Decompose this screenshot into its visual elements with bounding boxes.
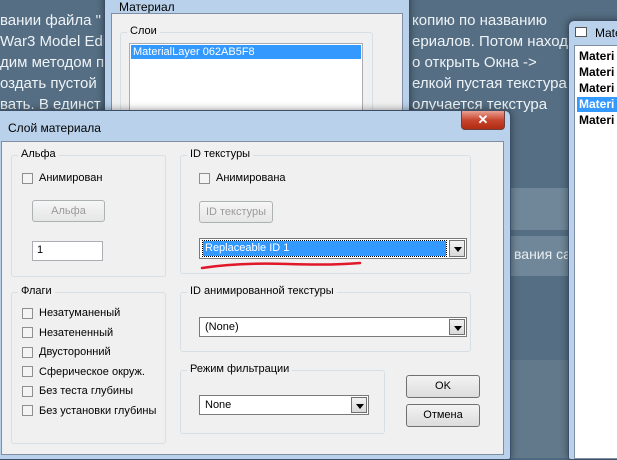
checkbox-label: Без установки глубины [39, 404, 157, 417]
flag-checkbox[interactable]: Незатуманеный [22, 307, 120, 323]
group-label: ID анимированной текстуры [187, 285, 337, 297]
list-item[interactable]: MaterialLayer 062AB5F8 [131, 45, 361, 59]
checkbox-label: Незатененный [39, 326, 114, 339]
texture-animated-checkbox[interactable]: Анимирована [199, 172, 286, 188]
filter-mode-group: Режим фильтрации None [180, 363, 385, 434]
window-title: Материал [119, 0, 175, 14]
group-label: ID текстуры [187, 148, 254, 160]
checkbox-box[interactable] [22, 405, 33, 417]
checkbox-box[interactable] [22, 327, 33, 339]
animated-texture-id-group: ID анимированной текстуры (None) [180, 285, 471, 352]
chevron-down-icon[interactable] [449, 240, 465, 257]
flags-group: Флаги Незатуманеный Незатененный Двусторон… [11, 285, 166, 444]
ok-button[interactable]: OK [406, 375, 480, 398]
texture-id-button[interactable]: ID текстуры [199, 201, 273, 223]
checkbox-box[interactable] [22, 366, 33, 378]
group-label: Режим фильтрации [187, 363, 293, 375]
close-button[interactable]: ✕ [461, 111, 505, 130]
alpha-value-input[interactable]: 1 [32, 241, 103, 261]
texture-id-select[interactable]: Replaceable ID 1 [199, 238, 467, 259]
layer-material-dialog: Слой материала ✕ Альфа Анимирован Альфа … [0, 110, 511, 460]
bg-text-line: копию по названию [412, 12, 548, 29]
checkbox-box[interactable] [22, 346, 33, 358]
checkbox-box[interactable] [199, 172, 210, 184]
annotation-underline [200, 261, 362, 270]
select-value: (None) [205, 321, 239, 333]
dialog-title: Слой материала [8, 121, 101, 135]
filter-mode-select[interactable]: None [199, 395, 369, 415]
bg-text-line: ериалов. Потом наход [412, 33, 569, 50]
window-title: Materi [595, 26, 617, 40]
bg-text-line: War3 Model Edi [0, 33, 107, 50]
group-label: Слои [127, 25, 160, 37]
select-value: None [205, 399, 232, 411]
window-icon [575, 27, 587, 37]
checkbox-label: Сферическое окруж. [39, 365, 145, 378]
group-label: Флаги [18, 285, 55, 297]
flag-checkbox[interactable]: Сферическое окруж. [22, 366, 145, 382]
flag-checkbox[interactable]: Незатененный [22, 327, 113, 343]
close-icon: ✕ [477, 112, 489, 127]
checkbox-label: Двусторонний [39, 346, 111, 359]
material-window: Материал Слои MaterialLayer 062AB5F8 [104, 0, 410, 132]
bg-text-line: дим методом п [0, 54, 105, 71]
checkbox-label: Незатуманеный [39, 307, 121, 320]
checkbox-label: Без теста глубины [39, 385, 134, 398]
chevron-down-icon[interactable] [449, 319, 465, 335]
checkbox-box[interactable] [22, 385, 33, 397]
flag-checkbox[interactable]: Без установки глубины [22, 405, 156, 421]
list-item[interactable]: Materi [577, 49, 617, 64]
bg-text-line: о открыть Окна -> [412, 54, 537, 71]
flag-checkbox[interactable]: Без теста глубины [22, 385, 133, 401]
checkbox-label: Анимирован [39, 172, 103, 185]
dialog-client: Альфа Анимирован Альфа 1 ID текстуры Ани… [1, 141, 504, 455]
materials-list-window: Materi MateriMateriMateriMateriMateri [568, 20, 617, 460]
bg-text-line: оздать пустой [0, 75, 97, 92]
checkbox-label: Анимирована [216, 172, 286, 185]
checkbox-box[interactable] [22, 307, 33, 319]
animated-texture-id-select[interactable]: (None) [199, 317, 467, 337]
list-item[interactable]: Materi [577, 65, 617, 80]
alpha-button[interactable]: Альфа [32, 200, 105, 222]
material-window-client: Слои MaterialLayer 062AB5F8 [111, 13, 403, 132]
checkbox-box[interactable] [22, 172, 33, 184]
alpha-animated-checkbox[interactable]: Анимирован [22, 172, 102, 188]
flag-checkbox[interactable]: Двусторонний [22, 346, 111, 362]
materials-list[interactable]: Materi Materi Materi Materi Materi [574, 45, 617, 459]
select-value: Replaceable ID 1 [202, 240, 447, 257]
alpha-group: Альфа Анимирован Альфа 1 [11, 148, 166, 277]
list-item[interactable]: Materi [577, 113, 617, 128]
chevron-down-icon[interactable] [351, 397, 367, 413]
bg-text-line: елкой пустая текстура [412, 75, 567, 92]
bg-text-line: вании файла " [0, 12, 102, 29]
cancel-button[interactable]: Отмена [406, 404, 480, 427]
texture-id-group: ID текстуры Анимирована ID текстуры Repl… [180, 148, 471, 274]
list-item[interactable]: Materi [577, 81, 617, 96]
list-item[interactable]: Materi [577, 97, 617, 112]
group-label: Альфа [18, 148, 59, 160]
